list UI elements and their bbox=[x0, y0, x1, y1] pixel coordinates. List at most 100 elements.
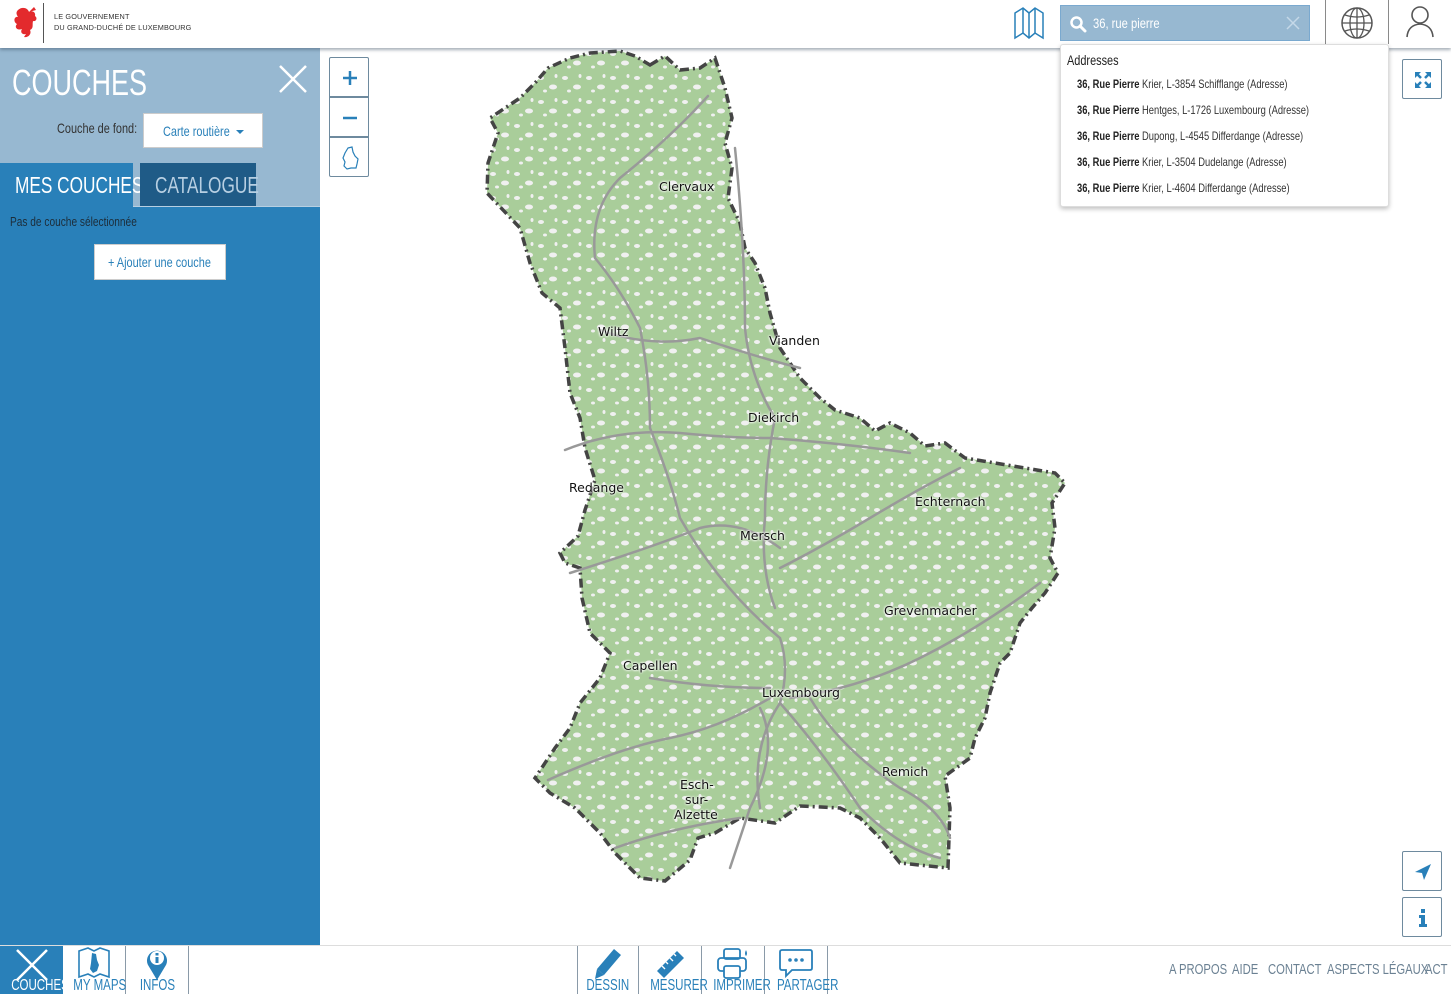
minus-icon bbox=[343, 116, 357, 120]
result-match: 36, Rue Pierre bbox=[1077, 129, 1140, 143]
city-label: Wiltz bbox=[598, 324, 629, 339]
tool-mesurer[interactable]: MESURER bbox=[639, 946, 708, 994]
tab-catalogue[interactable]: CATALOGUE bbox=[140, 163, 259, 206]
tab-label: CATALOGUE bbox=[155, 172, 259, 198]
geolocate-button[interactable] bbox=[1402, 851, 1442, 891]
map-icon[interactable] bbox=[1011, 5, 1047, 41]
tool-label: IMPRIMER bbox=[713, 977, 771, 994]
gov-line-1: LE GOUVERNEMENT bbox=[54, 12, 130, 21]
zoom-in-button[interactable] bbox=[329, 57, 369, 97]
add-layer-button[interactable]: + Ajouter une couche bbox=[94, 244, 226, 280]
bottom-tab-label: MY MAPS bbox=[73, 977, 127, 994]
empty-layers-message: Pas de couche sélectionnée bbox=[10, 214, 137, 229]
result-match: 36, Rue Pierre bbox=[1077, 77, 1140, 91]
city-label: Vianden bbox=[769, 333, 820, 348]
city-label: Grevenmacher bbox=[884, 603, 977, 618]
search-results-dropdown: Addresses 36, Rue Pierre Krier, L-3854 S… bbox=[1060, 44, 1389, 207]
footer-link-act[interactable]: ACT bbox=[1425, 961, 1448, 978]
header-separator bbox=[1388, 0, 1389, 44]
pencil-icon bbox=[595, 949, 621, 979]
chat-bubble-icon bbox=[779, 949, 813, 979]
result-rest: Krier, L-4604 Differdange (Adresse) bbox=[1139, 181, 1290, 195]
zoom-to-extent-button[interactable] bbox=[329, 137, 369, 177]
result-match: 36, Rue Pierre bbox=[1077, 155, 1140, 169]
city-label: Redange bbox=[569, 480, 624, 495]
result-rest: Krier, L-3854 Schifflange (Adresse) bbox=[1139, 77, 1288, 91]
panel-title: COUCHES bbox=[12, 62, 148, 103]
search-result-item[interactable]: 36, Rue Pierre Krier, L-3504 Dudelange (… bbox=[1077, 155, 1287, 169]
city-label: Clervaux bbox=[659, 179, 715, 194]
tool-label: DESSIN bbox=[586, 977, 630, 994]
bottom-tab-label: INFOS bbox=[139, 977, 175, 994]
search-result-item[interactable]: 36, Rue Pierre Krier, L-3854 Schifflange… bbox=[1077, 77, 1288, 91]
ruler-icon bbox=[657, 951, 684, 978]
tool-dessin[interactable]: DESSIN bbox=[577, 946, 639, 994]
caret-down-icon bbox=[236, 130, 244, 134]
my-maps-icon bbox=[78, 947, 110, 979]
close-icon bbox=[15, 949, 48, 981]
search-result-item[interactable]: 36, Rue Pierre Hentges, L-1726 Luxembour… bbox=[1077, 103, 1309, 117]
city-label: Mersch bbox=[740, 528, 785, 543]
search-box[interactable] bbox=[1060, 5, 1310, 41]
government-title: LE GOUVERNEMENT DU GRAND-DUCHÉ DE LUXEMB… bbox=[54, 11, 191, 33]
footer-link-aide[interactable]: AIDE bbox=[1232, 961, 1258, 978]
city-label: Capellen bbox=[623, 658, 678, 673]
bottom-tab-my-maps[interactable]: MY MAPS bbox=[63, 946, 126, 994]
bottom-tab-infos[interactable]: INFOS bbox=[126, 946, 189, 994]
city-label: Echternach bbox=[915, 494, 986, 509]
user-icon[interactable] bbox=[1402, 3, 1438, 41]
expand-icon bbox=[1415, 72, 1431, 88]
header: LE GOUVERNEMENT DU GRAND-DUCHÉ DE LUXEMB… bbox=[0, 0, 1451, 48]
globe-icon[interactable] bbox=[1338, 4, 1376, 42]
city-label: Remich bbox=[882, 764, 929, 779]
result-rest: Hentges, L-1726 Luxembourg (Adresse) bbox=[1139, 103, 1310, 117]
city-label: Diekirch bbox=[748, 410, 800, 425]
background-layer-label: Couche de fond: bbox=[57, 120, 138, 136]
zoom-out-button[interactable] bbox=[329, 97, 369, 137]
info-button[interactable] bbox=[1402, 897, 1442, 937]
country-border bbox=[485, 49, 1068, 883]
footer-link-a-propos[interactable]: A PROPOS bbox=[1169, 961, 1227, 978]
bottom-tab-label: COUCHES bbox=[11, 977, 69, 994]
result-rest: Krier, L-3504 Dudelange (Adresse) bbox=[1139, 155, 1287, 169]
luxembourg-lion-logo[interactable] bbox=[8, 4, 42, 42]
tab-mes-couches[interactable]: MES COUCHES bbox=[0, 163, 143, 207]
background-layer-select[interactable]: Carte routière bbox=[143, 113, 263, 148]
city-label: Alzette bbox=[674, 807, 718, 822]
tool-label: MESURER bbox=[650, 977, 708, 994]
location-arrow-icon bbox=[1415, 864, 1431, 880]
tab-label: MES COUCHES bbox=[15, 172, 144, 198]
bottom-tab-couches[interactable]: COUCHES bbox=[0, 946, 69, 994]
header-separator bbox=[1325, 0, 1326, 44]
tool-label: PARTAGER bbox=[776, 977, 839, 994]
info-icon bbox=[1419, 909, 1427, 927]
plus-icon bbox=[343, 71, 357, 85]
logo-divider bbox=[43, 3, 44, 43]
footer-link-aspects-legaux[interactable]: ASPECTS LÉGAUX bbox=[1327, 961, 1428, 978]
footer-link-contact[interactable]: CONTACT bbox=[1268, 961, 1322, 978]
luxembourg-outline-icon bbox=[342, 146, 359, 170]
add-layer-label: + Ajouter une couche bbox=[108, 254, 211, 270]
search-icon bbox=[1070, 16, 1087, 33]
search-result-item[interactable]: 36, Rue Pierre Dupong, L-4545 Differdang… bbox=[1077, 129, 1303, 143]
background-layer-value: Carte routière bbox=[163, 123, 230, 139]
tool-imprimer[interactable]: IMPRIMER bbox=[702, 946, 771, 994]
search-input[interactable] bbox=[1093, 6, 1277, 40]
city-label: sur- bbox=[685, 792, 709, 807]
search-result-item[interactable]: 36, Rue Pierre Krier, L-4604 Differdange… bbox=[1077, 181, 1290, 195]
layers-panel: COUCHES Couche de fond: Carte routière M… bbox=[0, 48, 320, 945]
close-panel-icon[interactable] bbox=[278, 64, 308, 94]
result-match: 36, Rue Pierre bbox=[1077, 103, 1140, 117]
clear-search-icon[interactable] bbox=[1285, 15, 1301, 31]
tool-partager[interactable]: PARTAGER bbox=[765, 946, 839, 994]
bottom-bar: COUCHES MY MAPS INFOS DESSIN MESURER IMP… bbox=[0, 945, 1451, 994]
printer-icon bbox=[717, 948, 747, 979]
results-group-title: Addresses bbox=[1067, 52, 1119, 68]
city-label: Luxembourg bbox=[762, 685, 840, 700]
result-rest: Dupong, L-4545 Differdange (Adresse) bbox=[1139, 129, 1304, 143]
fullscreen-button[interactable] bbox=[1402, 59, 1442, 99]
result-match: 36, Rue Pierre bbox=[1077, 181, 1140, 195]
gov-line-2: DU GRAND-DUCHÉ DE LUXEMBOURG bbox=[54, 23, 192, 32]
info-pin-icon bbox=[147, 950, 167, 980]
city-label: Esch- bbox=[680, 777, 714, 792]
